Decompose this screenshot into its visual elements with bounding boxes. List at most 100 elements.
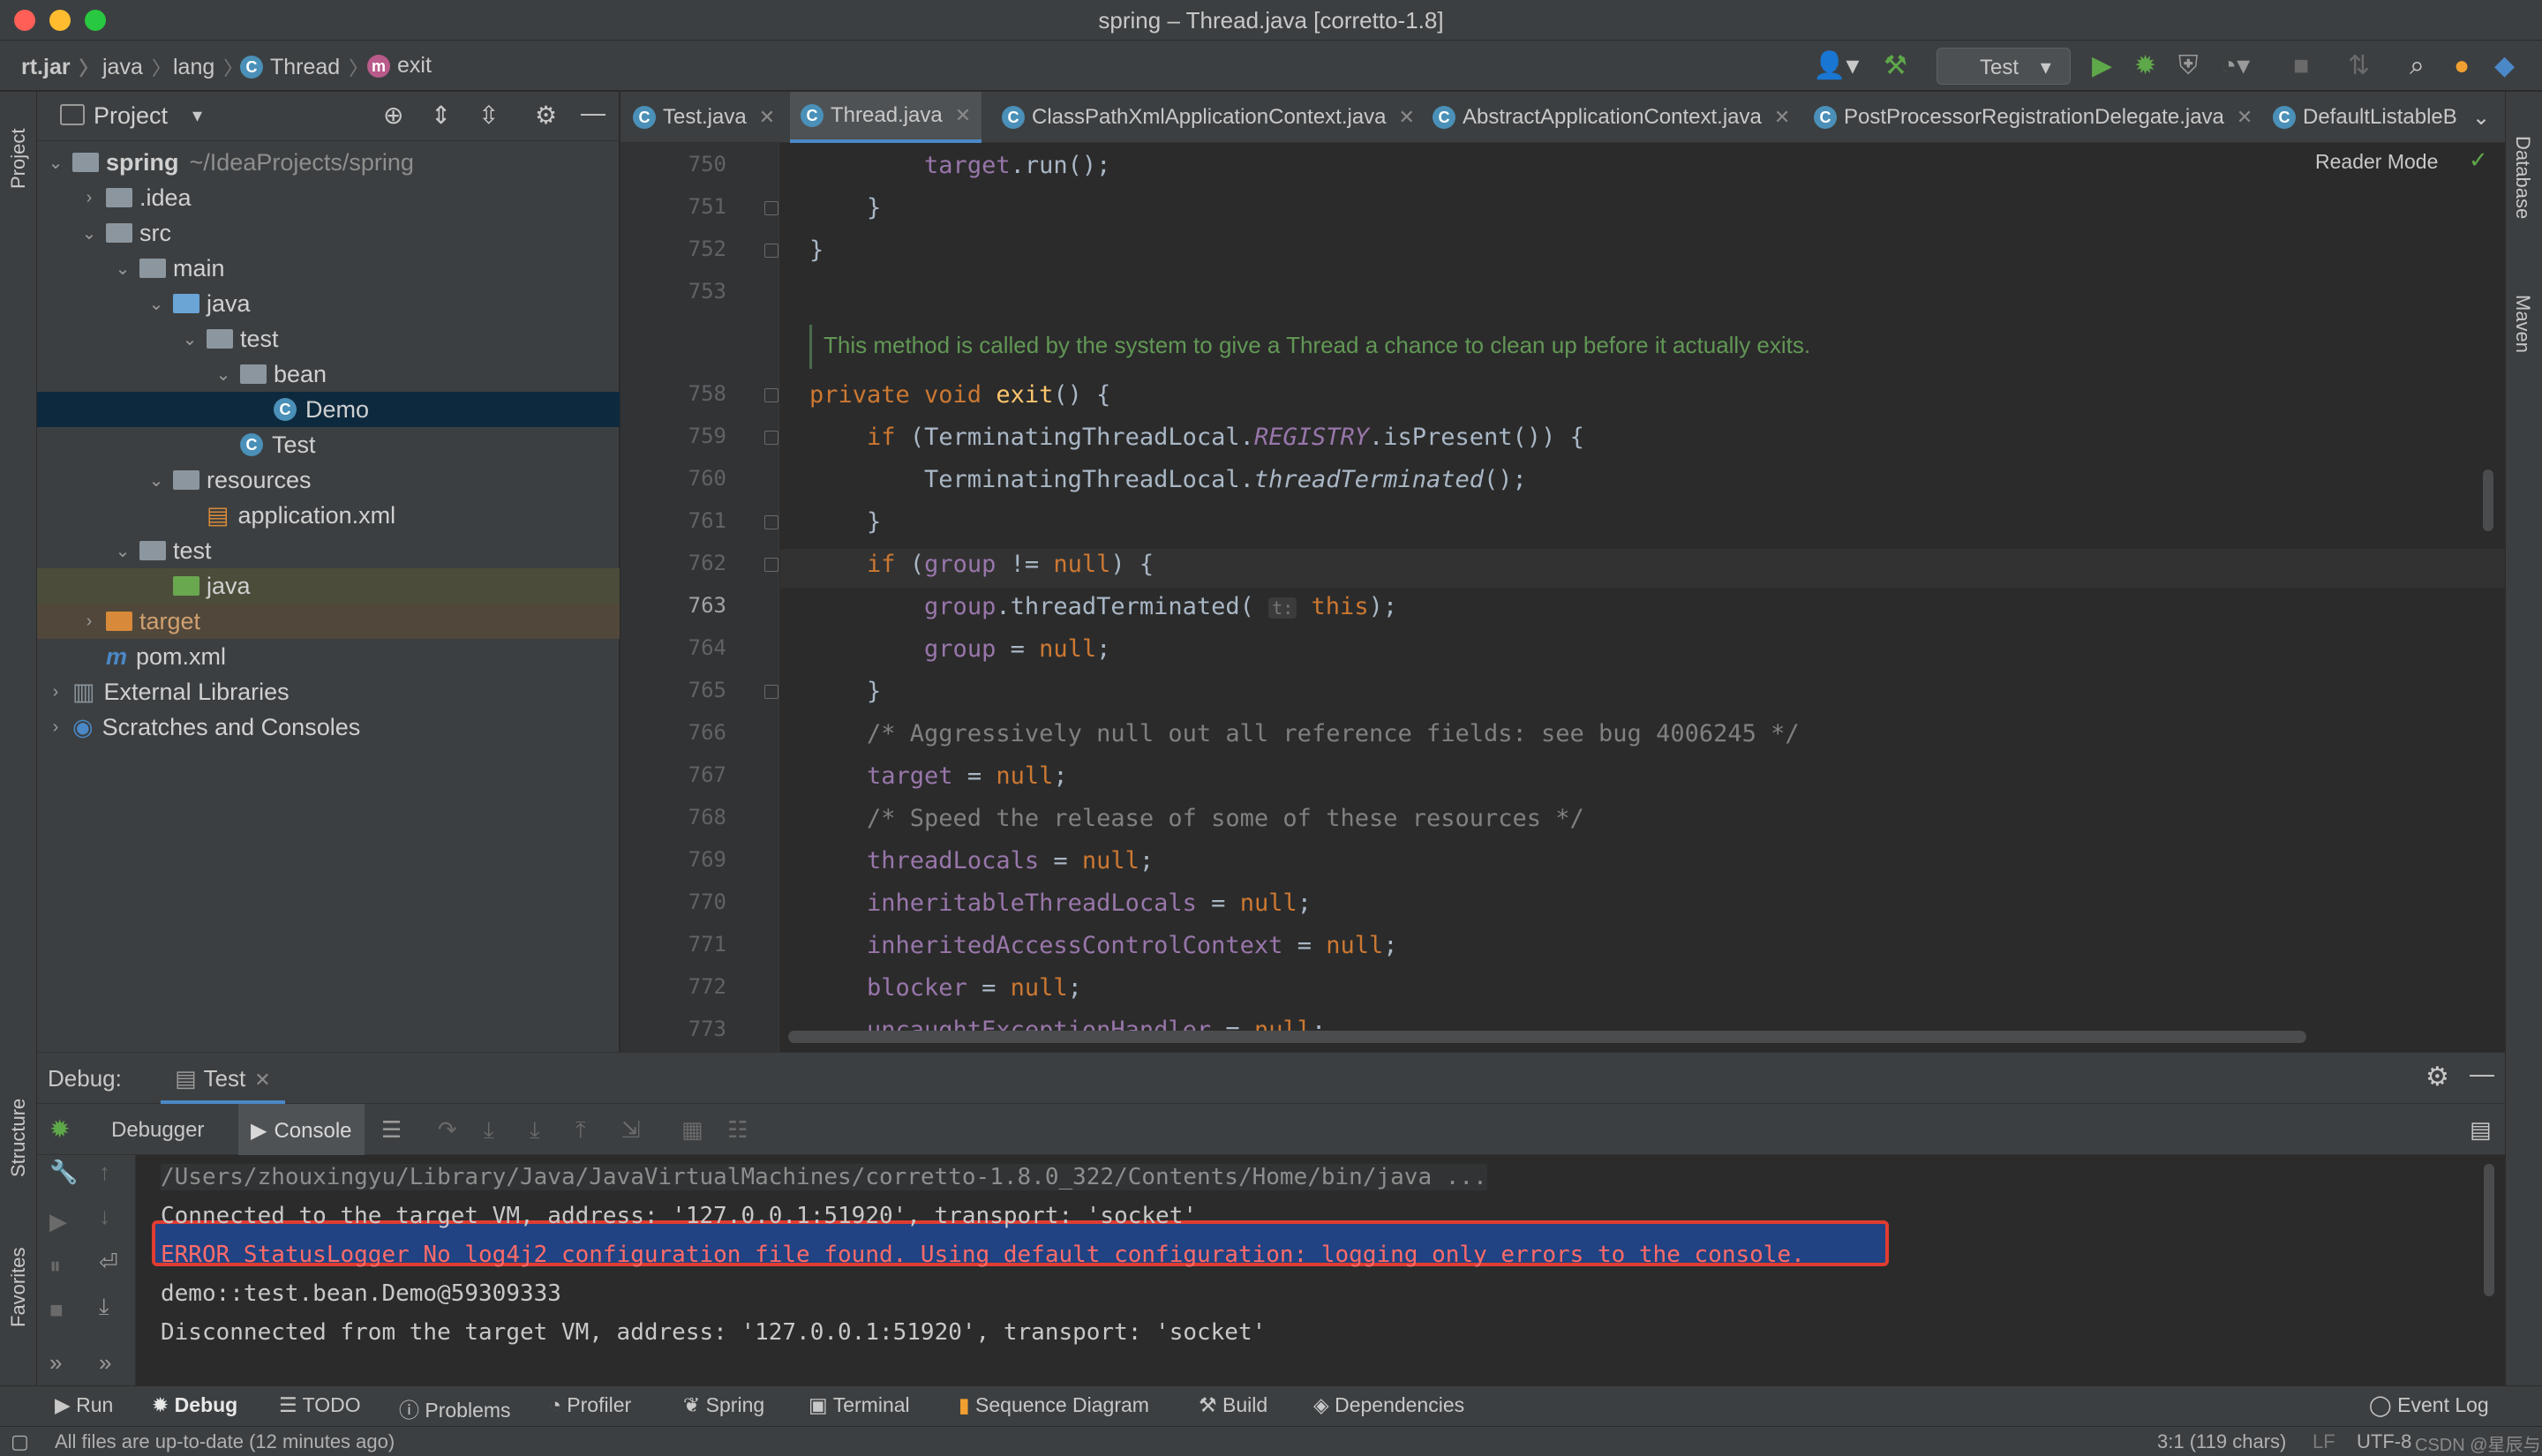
menu-icon[interactable]: ☰ (381, 1116, 402, 1144)
tree-item[interactable]: m pom.xml (37, 639, 620, 674)
force-step-into-icon[interactable]: ⤓ (530, 1116, 540, 1145)
chevron-down-icon[interactable]: ⌄ (147, 293, 166, 315)
tree-item[interactable]: › target (37, 604, 620, 639)
tool-tab-todo[interactable]: ☰ TODO (279, 1393, 361, 1417)
console-scrollbar[interactable] (2484, 1164, 2494, 1296)
chevron-down-icon[interactable]: ⌄ (147, 469, 166, 492)
tab-defaultlistableb[interactable]: C DefaultListableB (2273, 92, 2457, 143)
locate-icon[interactable]: ⊕ (383, 101, 403, 130)
step-into-icon[interactable]: ⤓ (484, 1116, 494, 1145)
fold-marker-icon[interactable] (764, 388, 778, 402)
tool-tab-spring[interactable]: ❦ Spring (683, 1393, 764, 1417)
tab-test-java[interactable]: C Test.java ✕ (633, 92, 775, 143)
tool-tab-run[interactable]: ▶ Run (55, 1393, 113, 1417)
reader-mode-toggle[interactable]: Reader Mode (2315, 150, 2438, 174)
resume-icon[interactable]: ▶ (49, 1208, 67, 1235)
project-tool-tab[interactable]: Project (7, 129, 30, 189)
database-tool-tab[interactable]: Database (2511, 136, 2534, 219)
layout-icon[interactable]: ▤ (2470, 1116, 2492, 1144)
fold-marker-icon[interactable] (764, 244, 778, 258)
tabs-dropdown-icon[interactable]: ⌄ (2472, 92, 2490, 143)
down-arrow-icon[interactable]: ↓ (99, 1203, 110, 1230)
tree-item[interactable]: ⌄ main (37, 251, 620, 286)
chevron-down-icon[interactable]: ⌄ (46, 152, 65, 174)
fold-marker-icon[interactable] (764, 558, 778, 572)
tab-debugger[interactable]: Debugger (111, 1118, 204, 1143)
tab-postprocessorregistrationdelegate-java[interactable]: C PostProcessorRegistrationDelegate.java ✕ (1814, 92, 2252, 143)
tab-classpathxmlapplicationcontext-java[interactable]: C ClassPathXmlApplicationContext.java ✕ (1002, 92, 1415, 143)
tree-item[interactable]: java (37, 568, 620, 604)
tree-item[interactable]: ⌄ test (37, 321, 620, 356)
tree-item[interactable]: ⌄ java (37, 286, 620, 321)
tool-tab-debug[interactable]: ✹ Debug (152, 1393, 237, 1417)
close-icon[interactable]: ✕ (1399, 106, 1415, 129)
chevron-right-icon[interactable]: › (79, 188, 99, 208)
fold-marker-icon[interactable] (764, 431, 778, 445)
coverage-icon[interactable]: ⛨ (2178, 51, 2199, 81)
gear-icon[interactable]: ⚙ (2425, 1062, 2449, 1092)
fold-marker-icon[interactable] (764, 685, 778, 699)
chevron-down-icon[interactable]: ⌄ (180, 328, 199, 350)
tree-item[interactable]: › .idea (37, 180, 620, 215)
vertical-scrollbar[interactable] (2483, 469, 2493, 531)
tool-tab-build[interactable]: ⚒ Build (1199, 1393, 1267, 1417)
tool-tab-sequence-diagram[interactable]: ▮ Sequence Diagram (959, 1393, 1149, 1417)
plugin-icon[interactable]: ◆ (2494, 51, 2515, 81)
user-icon[interactable]: 👤▾ (1813, 51, 1859, 81)
run-to-cursor-icon[interactable]: ⇲ (621, 1116, 641, 1144)
favorites-tool-tab[interactable]: Favorites (7, 1248, 30, 1327)
cursor-position[interactable]: 3:1 (119 chars) (2157, 1430, 2286, 1453)
status-toggle-icon[interactable]: ▢ (11, 1430, 29, 1453)
breadcrumb-exit[interactable]: m exit (367, 53, 432, 79)
evaluate-icon[interactable]: ▦ (681, 1116, 703, 1144)
trace-icon[interactable]: ☷ (727, 1116, 748, 1144)
console-line[interactable]: /Users/zhouxingyu/Library/Java/JavaVirtu… (161, 1164, 1487, 1190)
tree-item[interactable]: ⌄ test (37, 533, 620, 568)
close-icon[interactable]: ✕ (759, 106, 775, 129)
pause-icon[interactable]: ⏸ (49, 1252, 61, 1280)
run-icon[interactable]: ▶ (2092, 51, 2112, 81)
debug-session-tab[interactable]: ▤ Test ✕ (161, 1053, 285, 1104)
hide-panel-icon[interactable]: — (2470, 1060, 2494, 1088)
breadcrumb-rt-jar[interactable]: rt.jar 〉 (21, 53, 99, 81)
code-editor[interactable]: 750 751 752 753 758 759 760 761 762 763 764 765 766 7… (620, 143, 2505, 1052)
tab-thread-java[interactable]: C Thread.java ✕ (790, 92, 982, 143)
line-separator[interactable]: LF (2313, 1430, 2335, 1453)
chevron-down-icon[interactable]: ⌄ (79, 222, 99, 244)
chevron-right-icon[interactable]: › (79, 612, 99, 632)
run-configuration-select[interactable]: Test ▾ (1937, 48, 2071, 85)
close-icon[interactable]: ✕ (254, 1069, 270, 1091)
maven-tool-tab[interactable]: Maven (2511, 295, 2534, 353)
gear-icon[interactable]: ⚙ (535, 101, 557, 130)
more-icon[interactable]: » (49, 1349, 62, 1377)
chevron-right-icon[interactable]: › (46, 717, 65, 738)
profiler-icon[interactable]: ◔▾ (2221, 51, 2250, 81)
update-icon[interactable]: ● (2454, 51, 2470, 81)
structure-tool-tab[interactable]: Structure (7, 1099, 30, 1177)
tree-item[interactable]: ⌄ bean (37, 356, 620, 392)
breadcrumb-java[interactable]: java 〉 (102, 53, 171, 81)
chevron-down-icon[interactable]: ▾ (192, 104, 202, 127)
tree-item[interactable]: › ◉ Scratches and Consoles (37, 709, 620, 745)
close-icon[interactable]: ✕ (2237, 106, 2252, 129)
wrench-icon[interactable]: 🔧 (49, 1159, 78, 1186)
step-out-icon[interactable]: ⤒ (575, 1116, 586, 1145)
chevron-down-icon[interactable]: ⌄ (113, 258, 132, 280)
tool-tab-profiler[interactable]: ◔ Profiler (549, 1393, 631, 1417)
close-icon[interactable]: ✕ (1774, 106, 1790, 129)
rerun-debug-icon[interactable]: ✹ (49, 1115, 70, 1144)
stop-icon[interactable]: ■ (2293, 51, 2309, 81)
expand-all-icon[interactable]: ⇕ (431, 101, 451, 130)
tree-item[interactable]: ⌄ src (37, 215, 620, 251)
breadcrumb-thread[interactable]: C Thread 〉 (240, 53, 368, 81)
tool-tab-terminal[interactable]: ▣ Terminal (808, 1393, 910, 1417)
soft-wrap-icon[interactable]: ⏎ (99, 1249, 118, 1276)
tool-tab-event-log[interactable]: ◯ Event Log (2369, 1393, 2489, 1417)
collapse-all-icon[interactable]: ⇳ (478, 101, 499, 130)
tree-item[interactable]: C Demo (37, 392, 620, 427)
tab-abstractapplicationcontext-java[interactable]: C AbstractApplicationContext.java ✕ (1433, 92, 1790, 143)
stop-icon[interactable]: ■ (49, 1296, 64, 1324)
close-icon[interactable]: ✕ (955, 104, 971, 127)
more-icon[interactable]: » (99, 1349, 111, 1377)
vcs-icon[interactable]: ⇅ (2348, 51, 2370, 81)
